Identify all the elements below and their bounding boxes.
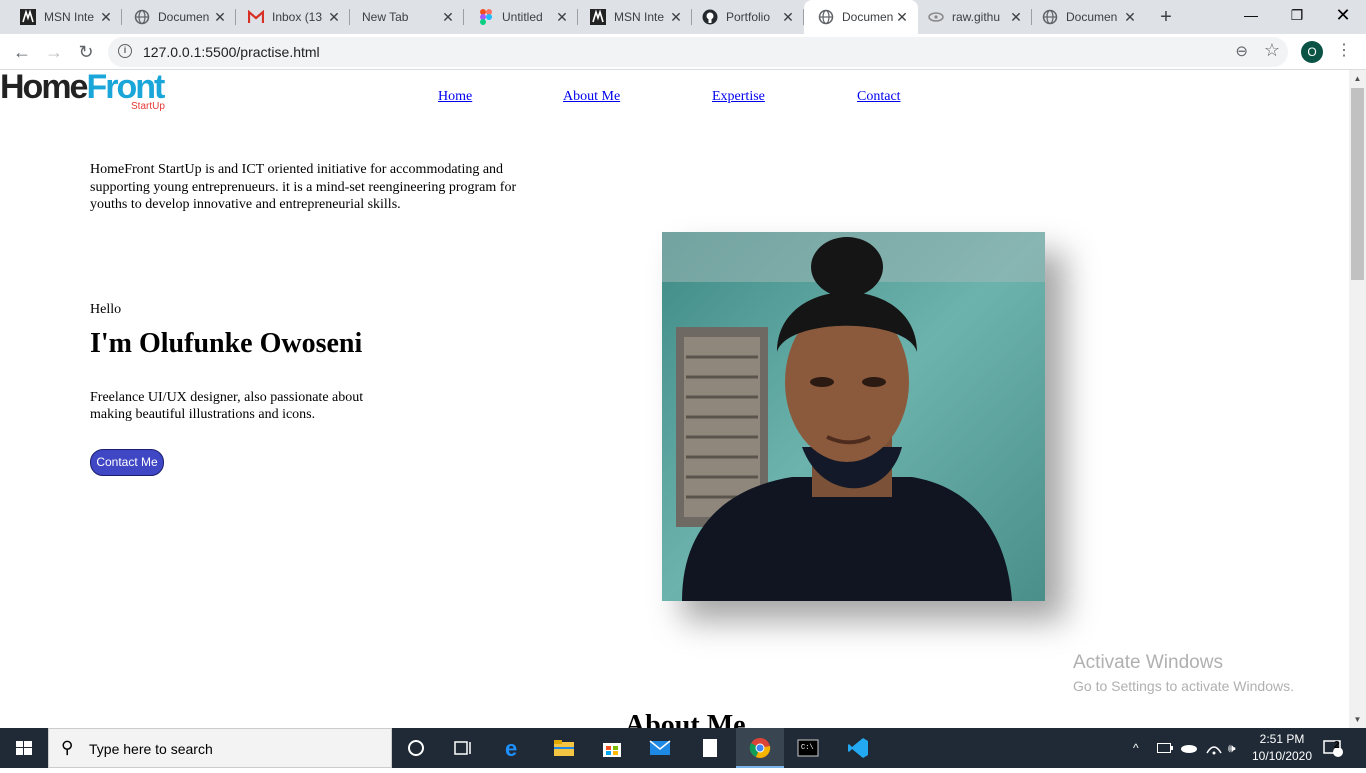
tab-document-2[interactable]: Documen ✕ (1032, 0, 1146, 34)
globe-icon (134, 9, 150, 25)
task-view-icon[interactable] (440, 728, 488, 768)
onedrive-icon[interactable] (1180, 728, 1198, 768)
forward-arrow-icon[interactable]: → (40, 38, 68, 66)
minimize-icon[interactable]: — (1228, 0, 1274, 34)
intro-paragraph: HomeFront StartUp is and ICT oriented in… (90, 162, 517, 212)
close-tab-icon[interactable]: ✕ (1008, 9, 1024, 25)
nav-home-link[interactable]: Home (438, 89, 472, 105)
volume-icon[interactable]: 🕪 (1228, 728, 1236, 768)
cortana-icon[interactable] (392, 728, 440, 768)
taskbar-clock[interactable]: 2:51 PM 10/10/2020 (1250, 731, 1314, 765)
msn-icon (20, 9, 36, 25)
nav-contact-link[interactable]: Contact (857, 89, 901, 105)
new-tab-plus-icon[interactable]: + (1154, 5, 1178, 29)
page-viewport: HomeFront StartUp Home About Me Expertis… (0, 70, 1349, 728)
tab-document-1[interactable]: Documen ✕ (122, 0, 236, 34)
page-scrollbar[interactable]: ▲ ▼ (1349, 70, 1366, 728)
reload-icon[interactable]: ↻ (72, 38, 100, 66)
file-explorer-icon[interactable] (540, 728, 588, 768)
browser-tab-strip: MSN Inte ✕ Documen ✕ Inbox (13 ✕ New Tab… (0, 0, 1366, 34)
taskbar-search-box[interactable]: ⚲ Type here to search (48, 728, 392, 768)
store-icon[interactable] (588, 728, 636, 768)
globe-icon (818, 9, 834, 25)
notepad-icon[interactable] (686, 728, 734, 768)
figma-icon (478, 9, 494, 25)
close-tab-icon[interactable]: ✕ (212, 9, 228, 25)
chrome-icon[interactable] (736, 728, 784, 768)
notification-center-icon[interactable]: 2 (1322, 728, 1344, 768)
url-text[interactable]: 127.0.0.1:5500/practise.html (143, 44, 320, 60)
scrollbar-thumb[interactable] (1351, 88, 1364, 280)
restore-icon[interactable]: ❐ (1274, 0, 1320, 34)
hero-heading: I'm Olufunke Owoseni (90, 328, 363, 359)
browser-menu-icon[interactable]: ⋮ (1336, 40, 1352, 60)
tab-raw-github[interactable]: raw.githu ✕ (918, 0, 1032, 34)
profile-avatar[interactable]: O (1301, 41, 1323, 63)
notification-count: 2 (1334, 740, 1340, 751)
scroll-down-icon[interactable]: ▼ (1349, 711, 1366, 728)
svg-text:C:\: C:\ (801, 744, 814, 752)
battery-icon[interactable] (1157, 728, 1173, 768)
close-tab-icon[interactable]: ✕ (554, 9, 570, 25)
windows-taskbar: ⚲ Type here to search e C:\ ^ 🕪 2:51 PM … (0, 728, 1366, 768)
scroll-up-icon[interactable]: ▲ (1349, 70, 1366, 87)
bookmark-star-icon[interactable]: ☆ (1264, 40, 1280, 61)
tab-msn-1[interactable]: MSN Inte ✕ (0, 0, 122, 34)
close-window-icon[interactable]: ✕ (1320, 0, 1366, 34)
zoom-icon[interactable]: ⊖ (1235, 42, 1248, 60)
tab-gmail[interactable]: Inbox (13 ✕ (236, 0, 350, 34)
close-tab-icon[interactable]: ✕ (98, 9, 114, 25)
nav-expertise-link[interactable]: Expertise (712, 89, 765, 105)
tab-msn-2[interactable]: MSN Inte ✕ (578, 0, 692, 34)
github-raw-icon (928, 9, 944, 25)
mail-icon[interactable] (636, 728, 684, 768)
browser-toolbar: ← → ↻ i 127.0.0.1:5500/practise.html ⊖ ☆… (0, 34, 1366, 70)
contact-me-button[interactable]: Contact Me (90, 449, 164, 476)
terminal-icon[interactable]: C:\ (784, 728, 832, 768)
activate-windows-watermark: Activate Windows Go to Settings to activ… (1073, 652, 1294, 694)
search-icon: ⚲ (61, 738, 74, 757)
gmail-icon (248, 9, 264, 25)
tab-figma[interactable]: Untitled ✕ (464, 0, 578, 34)
msn-icon (590, 9, 606, 25)
close-tab-icon[interactable]: ✕ (668, 9, 684, 25)
close-tab-icon[interactable]: ✕ (326, 9, 342, 25)
hello-text: Hello (90, 302, 122, 317)
close-tab-icon[interactable]: ✕ (780, 9, 796, 25)
globe-icon (1042, 9, 1058, 25)
nav-about-me-link[interactable]: About Me (563, 89, 620, 105)
windows-start-icon[interactable] (0, 728, 48, 768)
address-bar[interactable]: i 127.0.0.1:5500/practise.html ⊖ ☆ (108, 37, 1288, 67)
homefront-logo[interactable]: HomeFront StartUp (0, 70, 175, 118)
profile-photo (662, 232, 1045, 601)
close-tab-icon[interactable]: ✕ (440, 9, 456, 25)
show-hidden-icons[interactable]: ^ (1133, 728, 1139, 768)
tab-new-tab[interactable]: New Tab ✕ (350, 0, 464, 34)
github-icon (702, 9, 718, 25)
close-tab-icon[interactable]: ✕ (894, 9, 910, 25)
tab-document-active[interactable]: Documen ✕ (804, 0, 918, 34)
close-tab-icon[interactable]: ✕ (1122, 9, 1138, 25)
back-arrow-icon[interactable]: ← (8, 38, 36, 66)
wifi-icon[interactable] (1206, 728, 1222, 768)
svg-text:e: e (505, 737, 517, 759)
about-me-section-heading: About Me (625, 710, 746, 728)
tab-portfolio[interactable]: Portfolio ✕ (692, 0, 804, 34)
bio-paragraph: Freelance UI/UX designer, also passionat… (90, 390, 364, 422)
edge-icon[interactable]: e (490, 728, 538, 768)
site-info-icon[interactable]: i (118, 44, 132, 58)
vscode-icon[interactable] (834, 728, 882, 768)
